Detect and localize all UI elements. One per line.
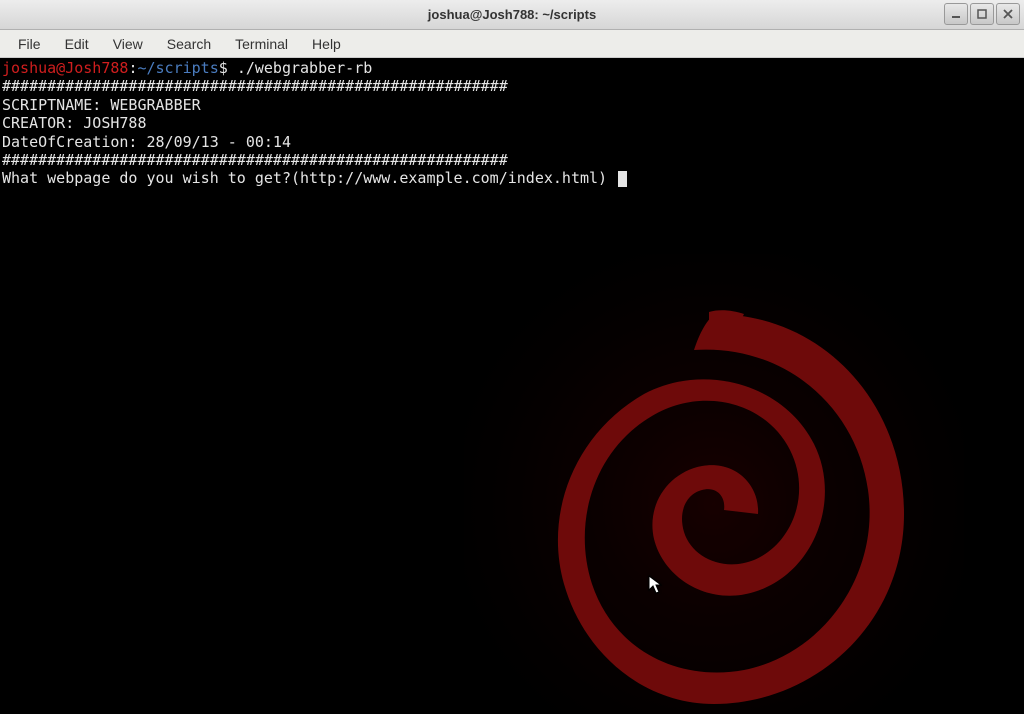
output-line: SCRIPTNAME: WEBGRABBER — [2, 96, 201, 114]
output-line: ########################################… — [2, 151, 508, 169]
menu-file[interactable]: File — [6, 32, 53, 56]
debian-swirl-background — [464, 254, 964, 714]
output-line: ########################################… — [2, 77, 508, 95]
prompt-dollar: $ — [219, 59, 237, 77]
output-line: DateOfCreation: 28/09/13 - 00:14 — [2, 133, 291, 151]
close-button[interactable] — [996, 3, 1020, 25]
menu-view[interactable]: View — [101, 32, 155, 56]
terminal-area[interactable]: joshua@Josh788:~/scripts$ ./webgrabber-r… — [0, 58, 1024, 714]
menu-help[interactable]: Help — [300, 32, 353, 56]
menu-edit[interactable]: Edit — [53, 32, 101, 56]
minimize-button[interactable] — [944, 3, 968, 25]
prompt-user-host: joshua@Josh788 — [2, 59, 128, 77]
terminal-output: joshua@Josh788:~/scripts$ ./webgrabber-r… — [0, 58, 1024, 189]
window-title: joshua@Josh788: ~/scripts — [428, 7, 596, 22]
menu-search[interactable]: Search — [155, 32, 223, 56]
text-cursor — [618, 171, 627, 187]
output-prompt: What webpage do you wish to get?(http://… — [2, 169, 616, 187]
window-controls — [944, 3, 1020, 25]
menu-terminal[interactable]: Terminal — [223, 32, 300, 56]
maximize-button[interactable] — [970, 3, 994, 25]
titlebar: joshua@Josh788: ~/scripts — [0, 0, 1024, 30]
typed-command: ./webgrabber-rb — [237, 59, 372, 77]
prompt-path: ~/scripts — [137, 59, 218, 77]
menubar: File Edit View Search Terminal Help — [0, 30, 1024, 58]
output-line: CREATOR: JOSH788 — [2, 114, 147, 132]
